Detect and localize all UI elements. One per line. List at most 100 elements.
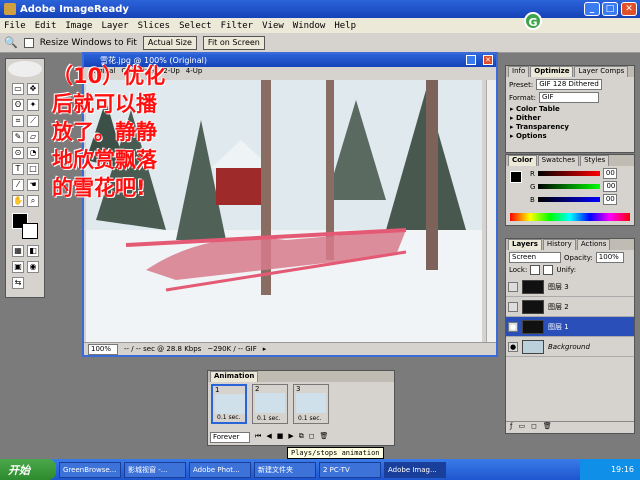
jump-to-icon[interactable]: ⇆ — [12, 277, 24, 289]
preview-browser-icon[interactable]: ◉ — [27, 261, 39, 273]
image-map-icon[interactable]: ▦ — [12, 245, 24, 257]
visibility-eye-icon[interactable] — [508, 301, 518, 312]
section-options[interactable]: ▸ Options — [510, 132, 630, 140]
format-select[interactable]: GIF — [539, 92, 600, 103]
slice-tool-icon[interactable]: ⟋ — [27, 115, 39, 127]
delete-layer-icon[interactable]: 🗑 — [543, 422, 552, 433]
delete-frame-icon[interactable]: 🗑 — [320, 432, 329, 443]
clone-tool-icon[interactable]: ⊙ — [12, 147, 24, 159]
color-spectrum-ramp[interactable] — [510, 213, 630, 221]
next-frame-icon[interactable]: ▶ — [288, 432, 293, 443]
tab-animation[interactable]: Animation — [210, 371, 259, 382]
tab-swatches[interactable]: Swatches — [537, 155, 580, 166]
frame-delay[interactable]: 0.1 sec. — [257, 415, 280, 422]
frame-delay[interactable]: 0.1 sec. — [217, 414, 240, 421]
eraser-tool-icon[interactable]: ▱ — [27, 131, 39, 143]
visibility-eye-icon[interactable]: ● — [508, 321, 518, 332]
layer-row-selected[interactable]: ● 图层 1 — [506, 317, 634, 337]
new-layer-icon[interactable]: ◻ — [531, 422, 537, 433]
color-foreground-swatch[interactable] — [510, 171, 522, 183]
crop-tool-icon[interactable]: ⌗ — [12, 115, 24, 127]
lock-position-icon[interactable] — [543, 265, 554, 275]
layer-row[interactable]: 图层 3 — [506, 277, 634, 297]
taskbar-item-imageready[interactable]: Adobe Imag... — [384, 461, 446, 478]
menu-file[interactable]: File — [4, 21, 26, 31]
document-vertical-scrollbar[interactable] — [486, 80, 496, 342]
menu-edit[interactable]: Edit — [35, 21, 57, 31]
tab-history[interactable]: History — [542, 239, 576, 250]
resize-windows-checkbox[interactable] — [23, 37, 34, 48]
doc-minimize-button[interactable] — [466, 55, 476, 65]
layer-row[interactable]: 图层 2 — [506, 297, 634, 317]
menu-layer[interactable]: Layer — [101, 21, 128, 31]
animation-frame[interactable]: 2 0.1 sec. — [252, 384, 288, 424]
tab-layers[interactable]: Layers — [508, 239, 542, 250]
rectangle-tool-icon[interactable]: □ — [27, 163, 39, 175]
taskbar-item-greenbrowser[interactable]: GreenBrowse... — [59, 461, 121, 478]
preset-select[interactable]: GIF 128 Dithered — [536, 79, 603, 90]
doc-close-button[interactable]: ✕ — [483, 55, 493, 65]
blend-mode-select[interactable]: Screen — [509, 252, 561, 263]
marquee-tool-icon[interactable]: ▭ — [12, 83, 24, 95]
screen-mode-icon[interactable]: ▣ — [12, 261, 24, 273]
fit-on-screen-button[interactable]: Fit on Screen — [202, 35, 265, 50]
section-dither[interactable]: ▸ Dither — [510, 114, 630, 122]
duplicate-frame-icon[interactable]: ◻ — [309, 432, 315, 443]
loop-select[interactable]: Forever — [210, 432, 250, 443]
menu-select[interactable]: Select — [179, 21, 212, 31]
section-color-table[interactable]: ▸ Color Table — [510, 105, 630, 113]
blue-value[interactable]: 00 — [602, 194, 617, 205]
green-slider[interactable] — [538, 184, 601, 189]
green-value[interactable]: 00 — [603, 181, 618, 192]
taskbar-item-photoshop[interactable]: Adobe Phot... — [189, 461, 251, 478]
green-g-icon[interactable]: G — [524, 12, 542, 30]
section-transparency[interactable]: ▸ Transparency — [510, 123, 630, 131]
hand-tool-icon[interactable]: ☚ — [27, 179, 39, 191]
prev-frame-icon[interactable]: ◀ — [266, 432, 271, 443]
maximize-button[interactable]: □ — [602, 2, 618, 16]
minimize-button[interactable]: _ — [584, 2, 600, 16]
zoom-icon[interactable]: ⌕ — [27, 195, 39, 207]
menu-filter[interactable]: Filter — [221, 21, 254, 31]
magic-wand-icon[interactable]: ✦ — [27, 99, 39, 111]
type-tool-icon[interactable]: T — [12, 163, 24, 175]
layer-row[interactable]: ● Background — [506, 337, 634, 357]
hand-icon[interactable]: ✋ — [12, 195, 24, 207]
status-menu-arrow[interactable]: ▸ — [263, 345, 267, 353]
tab-actions[interactable]: Actions — [576, 239, 611, 250]
tab-color[interactable]: Color — [508, 155, 537, 166]
brush-tool-icon[interactable]: ✎ — [12, 131, 24, 143]
tab-styles[interactable]: Styles — [580, 155, 610, 166]
lasso-tool-icon[interactable]: ʘ — [12, 99, 24, 111]
tab-optimize[interactable]: Optimize — [530, 66, 574, 77]
animation-frame[interactable]: 1 0.1 sec. — [211, 384, 247, 424]
menu-window[interactable]: Window — [293, 21, 326, 31]
layer-effects-icon[interactable]: ƒ — [510, 422, 512, 433]
frame-delay[interactable]: 0.1 sec. — [298, 415, 321, 422]
opacity-field[interactable]: 100% — [595, 252, 624, 263]
visibility-eye-icon[interactable] — [508, 281, 518, 292]
taskbar-item-folder[interactable]: 新建文件夹 — [254, 461, 316, 478]
first-frame-icon[interactable]: ⏮ — [255, 432, 261, 443]
menu-image[interactable]: Image — [65, 21, 92, 31]
blur-tool-icon[interactable]: ◔ — [27, 147, 39, 159]
background-color-swatch[interactable] — [22, 223, 38, 239]
red-slider[interactable] — [537, 171, 600, 176]
lock-transparency-icon[interactable] — [530, 265, 541, 275]
animation-frame[interactable]: 3 0.1 sec. — [293, 384, 329, 424]
red-value[interactable]: 00 — [602, 168, 617, 179]
actual-size-button[interactable]: Actual Size — [142, 35, 197, 50]
tab-info[interactable]: Info — [508, 66, 530, 77]
play-stop-icon[interactable]: ■ — [277, 432, 284, 443]
system-tray-clock[interactable]: 19:16 — [580, 459, 640, 480]
taskbar-item-pctv[interactable]: 2 PC-TV — [319, 461, 381, 478]
eyedropper-tool-icon[interactable]: ⁄ — [12, 179, 24, 191]
menu-view[interactable]: View — [262, 21, 284, 31]
visibility-eye-icon[interactable]: ● — [508, 341, 518, 352]
new-set-icon[interactable]: ▭ — [518, 422, 525, 433]
menu-slices[interactable]: Slices — [138, 21, 171, 31]
zoom-level-field[interactable]: 100% — [88, 343, 118, 355]
move-tool-icon[interactable]: ✥ — [27, 83, 39, 95]
taskbar-item-viewer[interactable]: 影城视窗 -... — [124, 461, 186, 478]
rollover-preview-icon[interactable]: ◧ — [27, 245, 39, 257]
